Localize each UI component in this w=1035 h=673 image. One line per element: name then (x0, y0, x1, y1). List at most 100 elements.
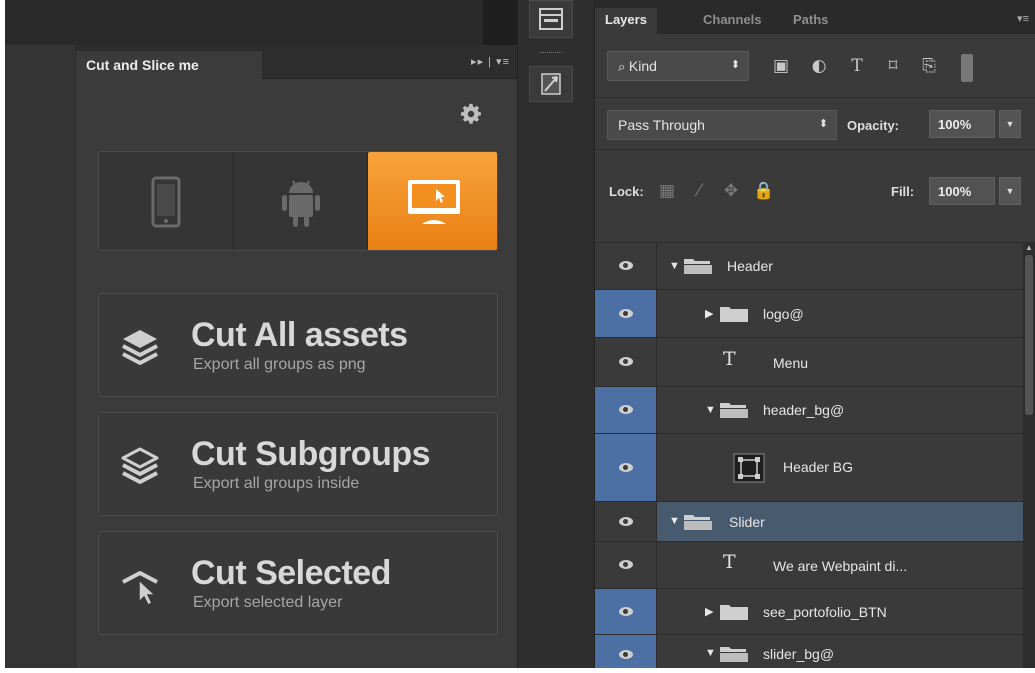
kind-filter-dropdown[interactable]: ⌕ Kind ⬍ (607, 51, 749, 81)
text-layer-icon: T (723, 551, 736, 573)
shape-layer-thumbnail-icon (733, 453, 765, 483)
collapse-triangle-icon[interactable]: ▼ (705, 404, 716, 416)
layers-outline-icon (121, 447, 159, 484)
layer-row-see-portfolio[interactable]: ▶ see_portofolio_BTN (595, 589, 1023, 635)
visibility-toggle[interactable] (595, 434, 657, 501)
android-device-button[interactable] (234, 152, 368, 250)
smartphone-icon (151, 176, 181, 228)
search-icon: ⌕ (618, 59, 629, 74)
folder-open-icon (720, 647, 748, 662)
visibility-toggle[interactable] (595, 338, 657, 386)
cut-selected-button[interactable]: Cut Selected Export selected layer (98, 531, 498, 635)
layer-row-slider[interactable]: ▼ Slider (595, 502, 1023, 542)
layer-name: see_portofolio_BTN (763, 604, 887, 620)
folder-open-icon (684, 515, 712, 530)
cut-all-assets-button[interactable]: Cut All assets Export all groups as png (98, 293, 498, 397)
collapse-triangle-icon[interactable]: ▼ (669, 515, 680, 527)
eye-icon (618, 261, 633, 270)
tab-layers[interactable]: Layers (595, 8, 657, 34)
fill-label: Fill: (891, 184, 915, 199)
eye-icon (618, 649, 633, 659)
dock-grip[interactable] (540, 52, 562, 54)
shape-filter-icon[interactable]: ⌑ (883, 56, 903, 76)
layer-name: Header BG (783, 459, 854, 475)
layer-row-menu[interactable]: T Menu (595, 338, 1023, 387)
lock-move-icon[interactable]: ✥ (721, 181, 741, 201)
tab-channels[interactable]: Channels (703, 12, 762, 27)
image-filter-icon[interactable]: ▣ (771, 56, 791, 76)
stepper-arrows-icon: ⬍ (730, 59, 740, 71)
lock-all-icon[interactable]: 🔒 (753, 181, 774, 201)
visibility-toggle[interactable] (595, 243, 657, 289)
layer-row-webpaint-text[interactable]: T We are Webpaint di... (595, 542, 1023, 589)
folder-open-icon (684, 259, 712, 274)
stepper-arrows-icon: ⬍ (818, 118, 828, 130)
filter-toggle-switch[interactable] (961, 54, 973, 82)
fill-input[interactable]: 100% (929, 177, 995, 205)
visibility-toggle[interactable] (595, 635, 657, 668)
layer-row-header-bg-shape[interactable]: Header BG (595, 434, 1023, 502)
visibility-toggle[interactable] (595, 542, 657, 588)
desktop-monitor-icon (407, 180, 460, 224)
adjustment-filter-icon[interactable]: ◐ (809, 56, 829, 76)
visibility-toggle[interactable] (595, 589, 657, 634)
text-layer-icon: T (723, 348, 736, 370)
action-subtitle: Export selected layer (193, 594, 343, 611)
scroll-up-arrow-icon[interactable]: ▲ (1025, 243, 1033, 252)
smart-object-filter-icon[interactable]: ⎘ (919, 56, 939, 76)
action-title: Cut Subgroups (191, 435, 431, 473)
action-subtitle: Export all groups as png (193, 356, 366, 373)
transform-panel-button[interactable] (529, 66, 573, 102)
collapse-triangle-icon[interactable]: ▼ (705, 647, 716, 659)
layer-name: slider_bg@ (763, 646, 835, 662)
kind-filter-value: Kind (628, 58, 657, 74)
eye-icon (618, 560, 633, 569)
gear-icon[interactable] (460, 103, 482, 125)
panel-menu-icon[interactable]: ▸▸ | ▾≡ (471, 55, 510, 68)
layer-name: We are Webpaint di... (773, 558, 908, 574)
panel-menu-icon[interactable]: ▾≡ (1017, 12, 1029, 25)
layer-name: logo@ (763, 306, 804, 322)
eye-icon (618, 516, 633, 526)
eye-icon (618, 606, 633, 616)
layer-row-header-bg-group[interactable]: ▼ header_bg@ (595, 387, 1023, 434)
fill-dropdown-arrow[interactable]: ▼ (999, 177, 1021, 205)
layer-name: Header (727, 258, 773, 274)
scrollbar-thumb[interactable] (1025, 255, 1033, 415)
panel-tab-cut-and-slice[interactable]: Cut and Slice me (76, 51, 262, 79)
lock-label: Lock: (609, 184, 644, 199)
layer-name: Slider (729, 514, 765, 530)
properties-panel-button[interactable] (529, 0, 573, 38)
layer-row-header[interactable]: ▼ Header (595, 243, 1023, 290)
blend-mode-dropdown[interactable]: Pass Through ⬍ (607, 110, 837, 140)
action-title: Cut All assets (191, 316, 408, 354)
type-filter-icon[interactable]: T (847, 56, 867, 76)
blend-row: Pass Through ⬍ Opacity: 100% ▼ (595, 98, 1035, 150)
mobile-device-button[interactable] (99, 152, 234, 250)
layers-scrollbar[interactable]: ▲ (1023, 243, 1035, 668)
lock-row: Lock: ▦ ⁄ ✥ 🔒 Fill: 100% ▼ (595, 150, 1035, 243)
cursor-layers-icon (122, 571, 158, 606)
cut-subgroups-button[interactable]: Cut Subgroups Export all groups inside (98, 412, 498, 516)
device-selector (98, 151, 498, 251)
lock-transparent-icon[interactable]: ▦ (657, 181, 677, 201)
layers-panel: Layers Channels Paths ▾≡ ⌕ Kind ⬍ ▣ ◐ T … (595, 0, 1035, 668)
desktop-device-button[interactable] (368, 152, 497, 250)
lock-paint-brush-icon[interactable]: ⁄ (689, 181, 709, 201)
visibility-toggle[interactable] (595, 387, 657, 433)
expand-triangle-icon[interactable]: ▶ (705, 307, 713, 320)
expand-triangle-icon[interactable]: ▶ (705, 605, 713, 618)
collapse-triangle-icon[interactable]: ▼ (669, 260, 680, 272)
layer-row-slider-bg[interactable]: ▼ slider_bg@ (595, 635, 1023, 668)
action-title: Cut Selected (191, 554, 391, 592)
opacity-dropdown-arrow[interactable]: ▼ (999, 110, 1021, 138)
top-strip (5, 0, 517, 45)
visibility-toggle[interactable] (595, 290, 657, 337)
layer-row-logo[interactable]: ▶ logo@ (595, 290, 1023, 338)
layers-tabbar: Layers Channels Paths ▾≡ (595, 0, 1035, 34)
layer-name: header_bg@ (763, 402, 845, 418)
panel-dock-strip (517, 0, 595, 668)
tab-paths[interactable]: Paths (793, 12, 828, 27)
visibility-toggle[interactable] (595, 502, 657, 541)
opacity-input[interactable]: 100% (929, 110, 995, 138)
